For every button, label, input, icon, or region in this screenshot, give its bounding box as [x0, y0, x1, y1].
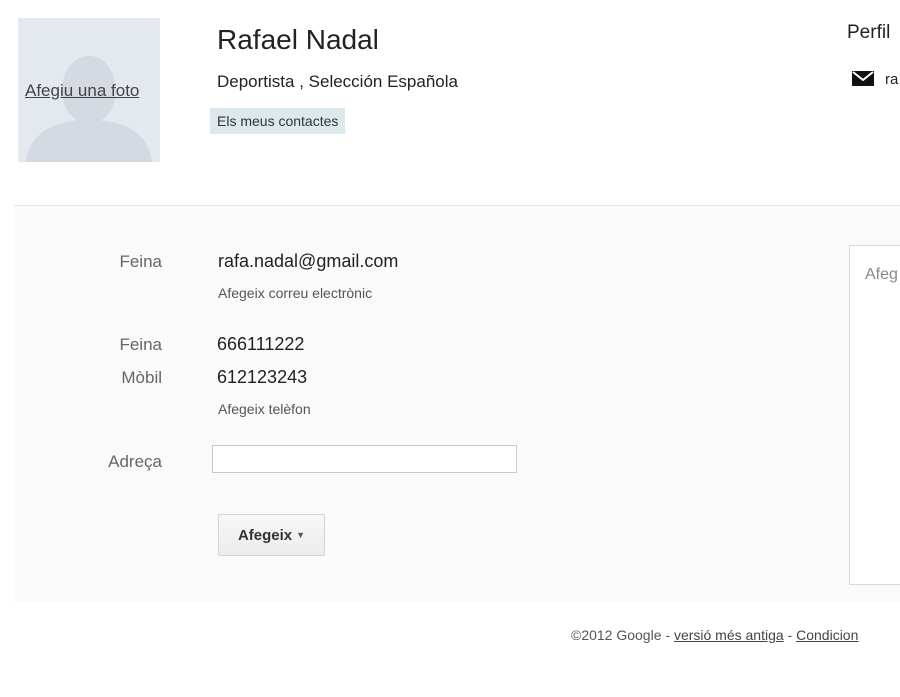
footer: ©2012 Google - versió més antiga - Condi…: [571, 627, 858, 643]
phone-type-label: Mòbil: [121, 368, 162, 387]
contact-group-badge[interactable]: Els meus contactes: [210, 108, 346, 134]
add-field-button-label: Afegeix: [237, 526, 293, 544]
notes-textarea[interactable]: [849, 245, 900, 585]
add-photo-link[interactable]: Afegiu una foto: [25, 81, 139, 101]
email-type-label: Feina: [119, 252, 162, 271]
contact-name: Rafael Nadal: [217, 24, 379, 55]
footer-separator: -: [783, 627, 797, 643]
mail-icon: [852, 71, 874, 91]
email-value[interactable]: rafa.nadal@gmail.com: [218, 251, 398, 272]
address-input[interactable]: [212, 445, 517, 473]
add-email-link[interactable]: Afegeix correu electrònic: [218, 285, 372, 301]
phone-value[interactable]: 612123243: [217, 367, 307, 388]
footer-copyright: ©2012 Google -: [571, 627, 674, 643]
add-phone-link[interactable]: Afegeix telèfon: [218, 401, 311, 417]
contact-job-title: Deportista , Selección Española: [217, 72, 458, 91]
profile-section-title: Perfil: [847, 22, 891, 43]
phone-type-label: Feina: [119, 335, 162, 354]
profile-email[interactable]: ra: [885, 71, 898, 88]
add-field-button[interactable]: Afegeix ▼: [218, 514, 325, 556]
chevron-down-icon: ▼: [296, 530, 306, 540]
address-label: Adreça: [108, 452, 162, 471]
old-version-link[interactable]: versió més antiga: [674, 627, 784, 643]
notes-placeholder: Afeg: [865, 266, 898, 283]
phone-value[interactable]: 666111222: [217, 334, 304, 355]
terms-link[interactable]: Condicion: [796, 627, 858, 643]
